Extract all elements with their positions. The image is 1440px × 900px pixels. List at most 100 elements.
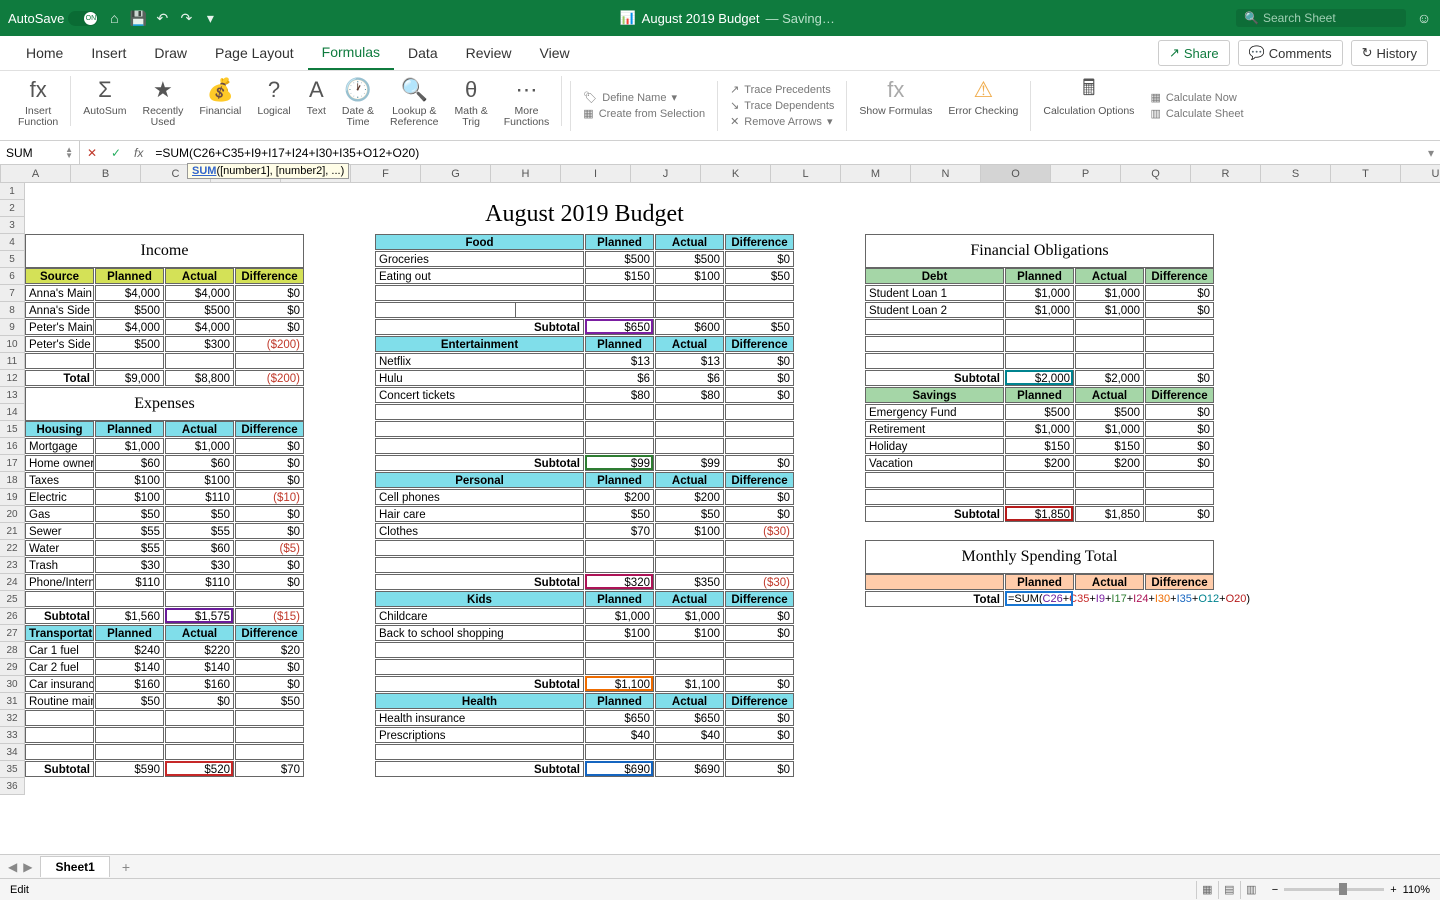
cell[interactable] bbox=[1005, 353, 1074, 369]
cell[interactable]: Netflix bbox=[375, 353, 584, 369]
cell[interactable]: $0 bbox=[235, 523, 304, 539]
cell[interactable] bbox=[1005, 336, 1074, 352]
cell[interactable] bbox=[655, 744, 724, 760]
col-header-S[interactable]: S bbox=[1261, 165, 1331, 182]
cell[interactable]: ($200) bbox=[235, 336, 304, 352]
cell[interactable]: $110 bbox=[95, 574, 164, 590]
cell[interactable]: Health insurance bbox=[375, 710, 584, 726]
cell[interactable]: Transportation bbox=[25, 625, 94, 641]
cell[interactable]: $0 bbox=[725, 353, 794, 369]
cell[interactable]: Peter's Main Income bbox=[25, 319, 94, 335]
cell[interactable] bbox=[375, 302, 584, 318]
cell[interactable]: $1,000 bbox=[95, 438, 164, 454]
cell[interactable]: $70 bbox=[235, 761, 304, 777]
row-header-11[interactable]: 11 bbox=[0, 353, 25, 370]
cell[interactable]: Actual bbox=[1075, 574, 1144, 590]
cell[interactable] bbox=[375, 438, 584, 454]
cell[interactable] bbox=[375, 557, 584, 573]
cell[interactable]: $1,850 bbox=[1075, 506, 1144, 522]
ribbon-more-functions[interactable]: ⋯MoreFunctions bbox=[496, 76, 558, 136]
cell[interactable]: $0 bbox=[725, 489, 794, 505]
cell[interactable]: Actual bbox=[1075, 268, 1144, 284]
cell[interactable] bbox=[865, 319, 1004, 335]
cell[interactable]: $160 bbox=[165, 676, 234, 692]
cell[interactable]: $600 bbox=[655, 319, 724, 335]
cell[interactable] bbox=[1005, 489, 1074, 505]
cell[interactable]: Retirement bbox=[865, 421, 1004, 437]
cell[interactable]: =SUM(C26+C35+I9+I17+I24+I30+I35+O12+O20) bbox=[1005, 591, 1424, 607]
cell[interactable]: ($15) bbox=[235, 608, 304, 624]
cell[interactable]: $0 bbox=[1145, 302, 1214, 318]
cell[interactable]: $40 bbox=[655, 727, 724, 743]
cell[interactable]: $350 bbox=[655, 574, 724, 590]
cell[interactable] bbox=[235, 744, 304, 760]
tab-draw[interactable]: Draw bbox=[140, 36, 201, 70]
cell[interactable]: $0 bbox=[725, 251, 794, 267]
user-icon[interactable]: ☺ bbox=[1416, 10, 1432, 26]
cell[interactable] bbox=[235, 353, 304, 369]
cell[interactable] bbox=[865, 353, 1004, 369]
row-header-27[interactable]: 27 bbox=[0, 625, 25, 642]
expand-icon[interactable]: ▾ bbox=[1422, 146, 1440, 160]
cell[interactable]: Actual bbox=[165, 625, 234, 641]
cell[interactable]: Anna's Main Income bbox=[25, 285, 94, 301]
cell[interactable]: $1,000 bbox=[1005, 302, 1074, 318]
cell[interactable]: Student Loan 2 bbox=[865, 302, 1004, 318]
view-normal-icon[interactable]: ▦ bbox=[1196, 881, 1218, 899]
cell[interactable]: Kids bbox=[375, 591, 584, 607]
cell[interactable]: Childcare bbox=[375, 608, 584, 624]
cell[interactable]: Difference bbox=[235, 268, 304, 284]
cell[interactable]: Debt bbox=[865, 268, 1004, 284]
cell[interactable]: $110 bbox=[165, 574, 234, 590]
cell[interactable]: $0 bbox=[725, 387, 794, 403]
cell[interactable]: $0 bbox=[725, 455, 794, 471]
cell[interactable]: $300 bbox=[165, 336, 234, 352]
cell[interactable]: Planned bbox=[1005, 387, 1074, 403]
cell[interactable] bbox=[25, 744, 94, 760]
cell[interactable]: $100 bbox=[95, 489, 164, 505]
cell[interactable] bbox=[25, 727, 94, 743]
cell[interactable]: $55 bbox=[165, 523, 234, 539]
cell[interactable]: $0 bbox=[725, 761, 794, 777]
cell[interactable]: Holiday bbox=[865, 438, 1004, 454]
cell[interactable]: Subtotal bbox=[375, 319, 584, 335]
cell[interactable]: ($30) bbox=[725, 523, 794, 539]
row-header-18[interactable]: 18 bbox=[0, 472, 25, 489]
cell[interactable]: $150 bbox=[585, 268, 654, 284]
cell[interactable]: $0 bbox=[235, 574, 304, 590]
calc-options-button[interactable]: 🖩Calculation Options bbox=[1035, 76, 1142, 136]
cell[interactable]: $50 bbox=[235, 693, 304, 709]
cell[interactable]: Anna's Side Income bbox=[25, 302, 94, 318]
row-header-10[interactable]: 10 bbox=[0, 336, 25, 353]
error-checking-button[interactable]: ⚠Error Checking bbox=[940, 76, 1026, 136]
cell[interactable]: $1,000 bbox=[1075, 421, 1144, 437]
cell[interactable]: $0 bbox=[235, 472, 304, 488]
row-header-24[interactable]: 24 bbox=[0, 574, 25, 591]
cell[interactable] bbox=[375, 404, 584, 420]
row-header-9[interactable]: 9 bbox=[0, 319, 25, 336]
cell[interactable] bbox=[1145, 489, 1214, 505]
cell[interactable]: Difference bbox=[725, 591, 794, 607]
cell[interactable] bbox=[25, 591, 94, 607]
cell[interactable] bbox=[655, 540, 724, 556]
cell[interactable]: Sewer bbox=[25, 523, 94, 539]
cell[interactable]: Trash bbox=[25, 557, 94, 573]
cell[interactable] bbox=[375, 540, 584, 556]
cell[interactable]: $500 bbox=[95, 336, 164, 352]
cell[interactable]: $240 bbox=[95, 642, 164, 658]
cell[interactable]: $50 bbox=[95, 693, 164, 709]
cell[interactable]: Source bbox=[25, 268, 94, 284]
cell[interactable]: $140 bbox=[165, 659, 234, 675]
cell[interactable] bbox=[95, 353, 164, 369]
cell[interactable] bbox=[725, 540, 794, 556]
col-header-N[interactable]: N bbox=[911, 165, 981, 182]
cell[interactable]: Planned bbox=[1005, 268, 1074, 284]
ribbon-math-&-trig[interactable]: θMath &Trig bbox=[446, 76, 495, 136]
cell[interactable] bbox=[1145, 336, 1214, 352]
cell[interactable]: Monthly Spending Total bbox=[865, 540, 1214, 574]
cell[interactable]: $0 bbox=[725, 625, 794, 641]
share-button[interactable]: ↗Share bbox=[1158, 40, 1230, 66]
cell[interactable]: Electric bbox=[25, 489, 94, 505]
cell[interactable] bbox=[655, 659, 724, 675]
cell[interactable]: $1,575 bbox=[165, 608, 234, 624]
